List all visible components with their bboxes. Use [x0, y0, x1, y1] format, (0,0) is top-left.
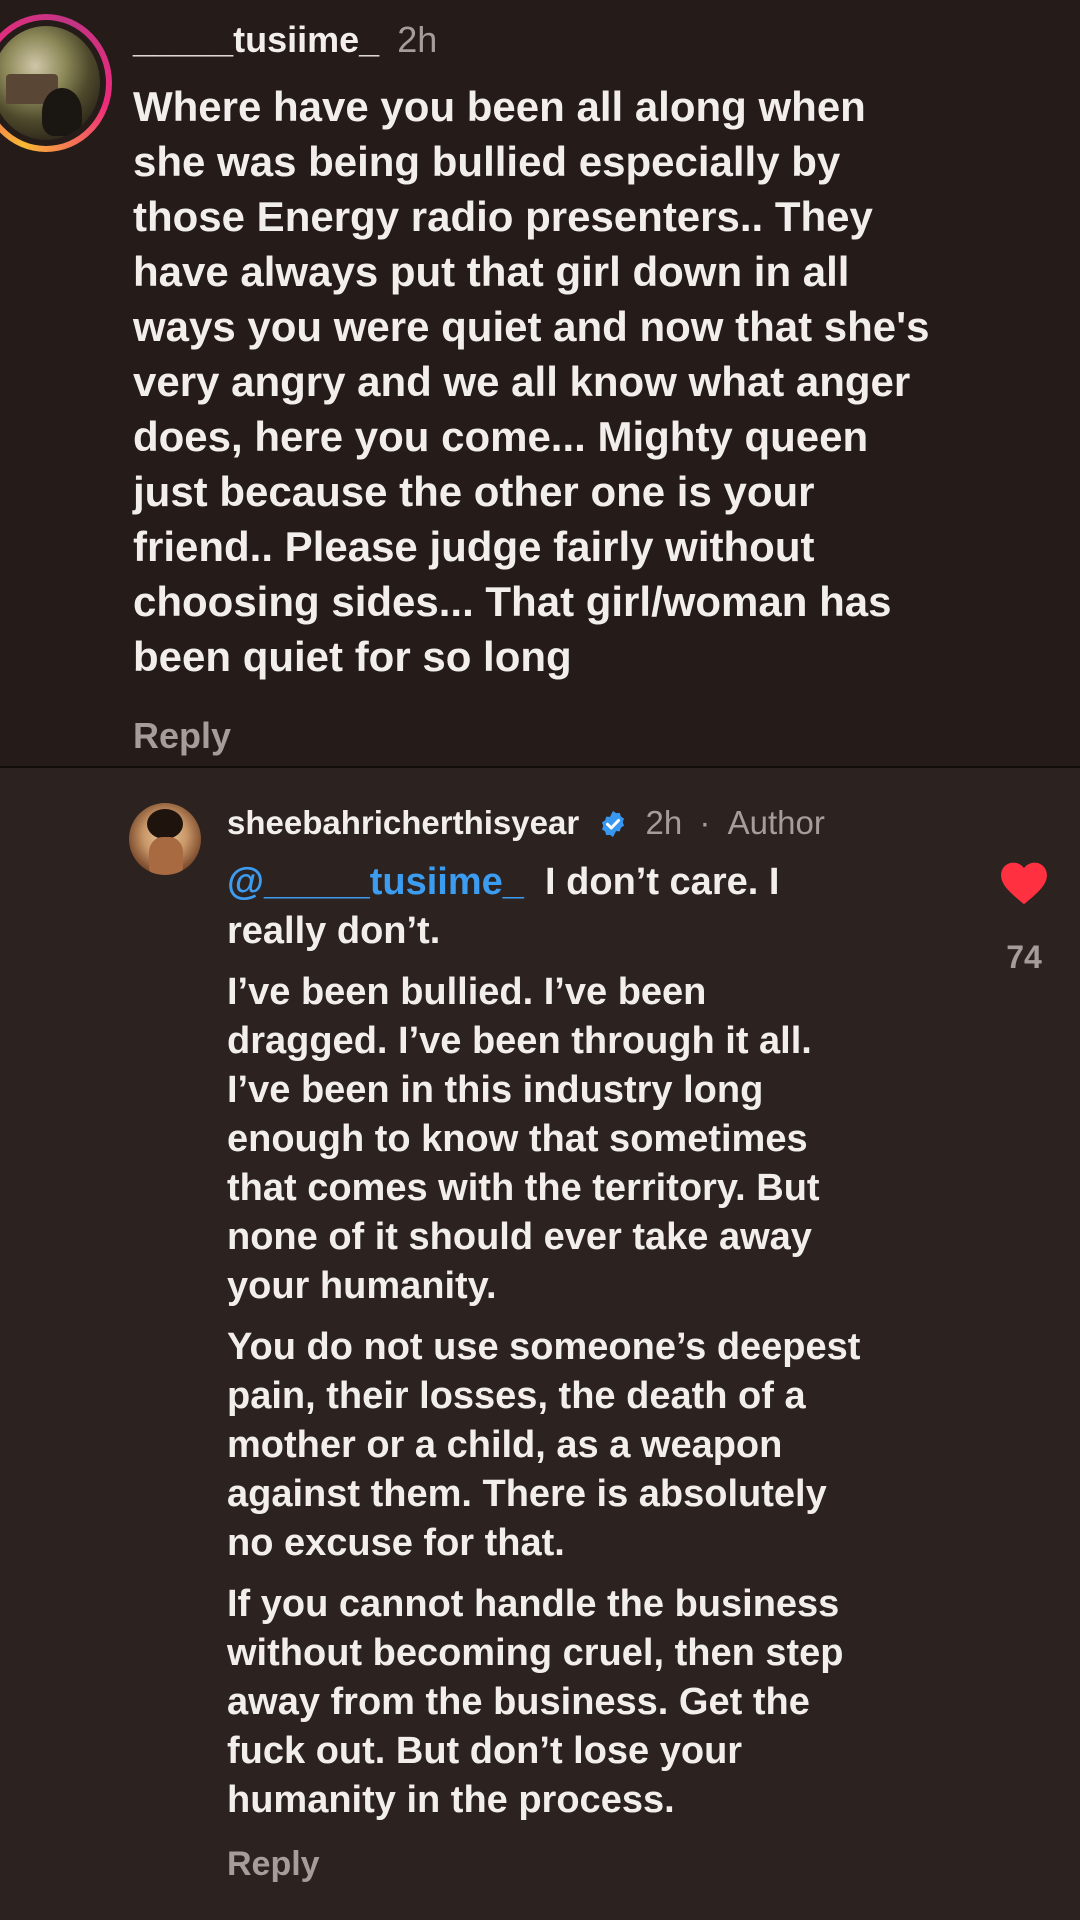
author-avatar-hair: [147, 809, 183, 839]
reply-username[interactable]: sheebahricherthisyear: [227, 804, 579, 841]
verified-badge-icon: [602, 810, 625, 838]
like-count: 74: [1006, 939, 1042, 975]
reply-paragraph-1: @_____tusiime_ I don’t care. I really do…: [227, 858, 967, 956]
meta-separator: ·: [699, 804, 711, 841]
mention-link[interactable]: @_____tusiime_: [227, 861, 524, 903]
reply-button[interactable]: Reply: [227, 1836, 320, 1892]
author-label: Author: [727, 804, 825, 841]
reply-header: sheebahricherthisyear 2h · Author: [227, 798, 825, 848]
comment-top-level: _____tusiime_ 2h Where have you been all…: [0, 0, 1080, 766]
author-avatar[interactable]: [129, 803, 201, 875]
story-ring-avatar[interactable]: [0, 14, 112, 152]
reply-paragraph-3: You do not use someone’s deepest pain, t…: [227, 1326, 861, 1564]
comment-text: Where have you been all along when she w…: [133, 83, 930, 680]
comment-header: _____tusiime_ 2h: [133, 14, 437, 66]
avatar-photo-figure: [42, 88, 82, 136]
reply-button[interactable]: Reply: [133, 708, 231, 764]
reply-timestamp: 2h: [645, 804, 683, 841]
heart-filled-icon[interactable]: [999, 860, 1049, 906]
comment-timestamp: 2h: [397, 19, 438, 60]
author-avatar-figure: [149, 837, 183, 875]
reply-text: @_____tusiime_ I don’t care. I really do…: [227, 858, 967, 1837]
reply-paragraph-4: If you cannot handle the business withou…: [227, 1583, 844, 1821]
reply-paragraph-2: I’ve been bullied. I’ve been dragged. I’…: [227, 971, 820, 1307]
comment-username[interactable]: _____tusiime_: [133, 19, 379, 60]
